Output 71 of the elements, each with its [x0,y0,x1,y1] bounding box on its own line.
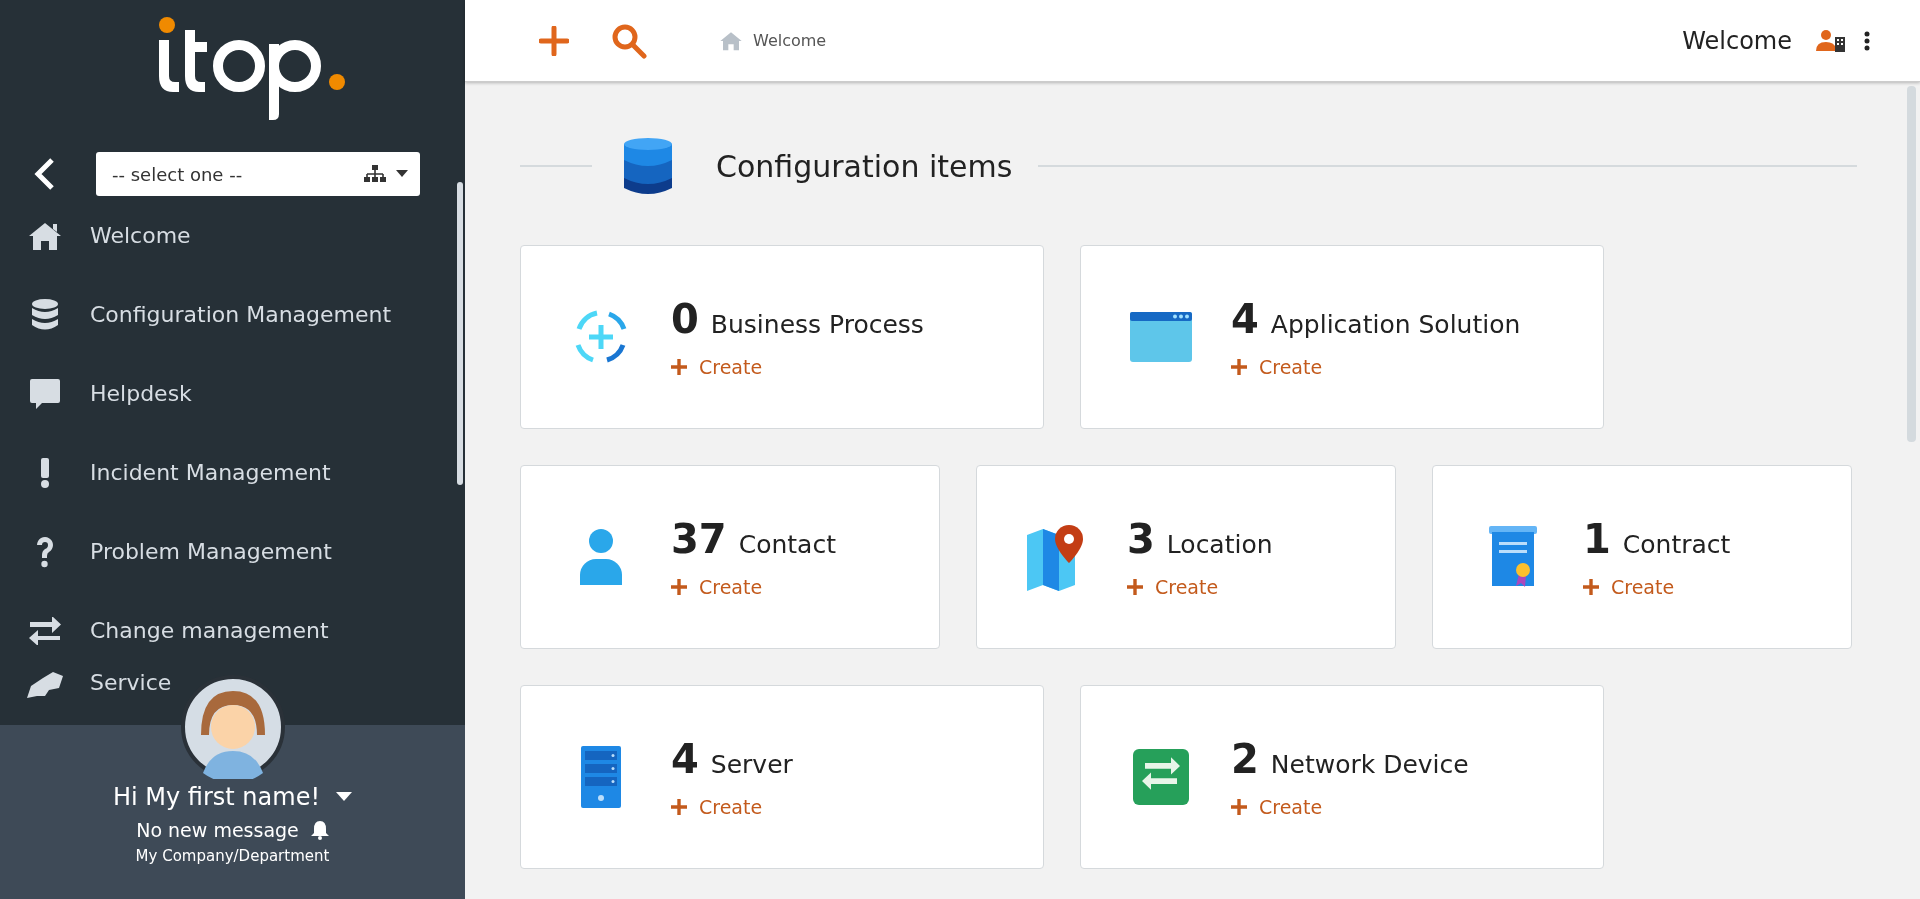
chat-icon [29,376,61,411]
database-icon [30,297,60,332]
plus-icon [1231,799,1247,815]
question-icon [34,535,56,568]
menu-item[interactable]: Configuration Management [90,301,392,328]
person-icon [578,527,624,587]
section-title: Configuration items [716,148,1013,184]
search-button[interactable] [611,22,647,59]
window-icon [1129,311,1193,363]
summary-card[interactable]: 0 Business Process Create [520,245,1044,429]
plus-icon [671,359,687,375]
plus-icon [671,799,687,815]
user-building-icon[interactable] [1816,28,1846,53]
caret-icon[interactable] [336,792,353,802]
exchange-icon [28,616,62,645]
plus-icon [1127,579,1143,595]
summary-card[interactable]: 4 Application Solution Create [1080,245,1604,429]
summary-card[interactable]: 2 Network Device Create [1080,685,1604,869]
create-link[interactable]: Create [1127,576,1273,598]
home-icon [27,220,63,251]
hierarchy-icon [364,165,386,183]
item-count: 37 [671,516,727,562]
user-organization: My Company/Department [135,847,330,865]
summary-card[interactable]: 4 Server Create [520,685,1044,869]
plus-icon [1231,359,1247,375]
add-button[interactable] [539,25,569,56]
create-link[interactable]: Create [671,576,836,598]
menu-item[interactable]: Change management [90,617,329,644]
card-title: Business Process [710,310,924,339]
create-link[interactable]: Create [1583,576,1731,598]
item-count: 0 [671,296,699,342]
menu-item[interactable]: Incident Management [90,459,331,486]
create-link[interactable]: Create [1231,796,1469,818]
card-title: Network Device [1270,750,1469,779]
plus-icon [671,579,687,595]
switch-icon [1131,747,1191,807]
bell-icon[interactable] [310,820,329,840]
summary-card[interactable]: 3 Location Create [976,465,1396,649]
scrollbar[interactable] [1907,86,1916,442]
item-count: 4 [1231,296,1259,342]
server-icon [579,745,623,809]
create-link[interactable]: Create [671,796,793,818]
caret-icon [396,170,408,178]
page-title: Welcome [1682,26,1792,55]
more-options-icon[interactable] [1864,30,1870,51]
breadcrumb-link[interactable]: Welcome [753,31,827,50]
item-count: 4 [671,736,699,782]
exclamation-icon [39,456,51,489]
item-count: 2 [1231,736,1259,782]
card-title: Contract [1622,530,1731,559]
item-count: 1 [1583,516,1611,562]
home-icon [719,30,743,51]
menu-item[interactable]: Problem Management [90,538,332,565]
user-greeting[interactable]: Hi My first name! [112,783,321,811]
menu-item[interactable]: Service [90,670,172,696]
scrollbar[interactable] [457,182,463,485]
organization-select[interactable]: -- select one -- [96,152,420,196]
database-icon [622,136,674,196]
item-count: 3 [1127,516,1155,562]
plus-icon [1583,579,1599,595]
summary-card[interactable]: 1 Contract Create [1432,465,1852,649]
card-title: Application Solution [1270,310,1521,339]
create-link[interactable]: Create [671,356,924,378]
menu-item[interactable]: Helpdesk [90,380,192,407]
menu-item[interactable]: Welcome [90,222,191,249]
card-title: Server [710,750,793,779]
card-title: Contact [738,530,836,559]
create-link[interactable]: Create [1231,356,1521,378]
message-status: No new message [136,819,299,841]
summary-card[interactable]: 37 Contact Create [520,465,940,649]
card-title: Location [1166,530,1273,559]
